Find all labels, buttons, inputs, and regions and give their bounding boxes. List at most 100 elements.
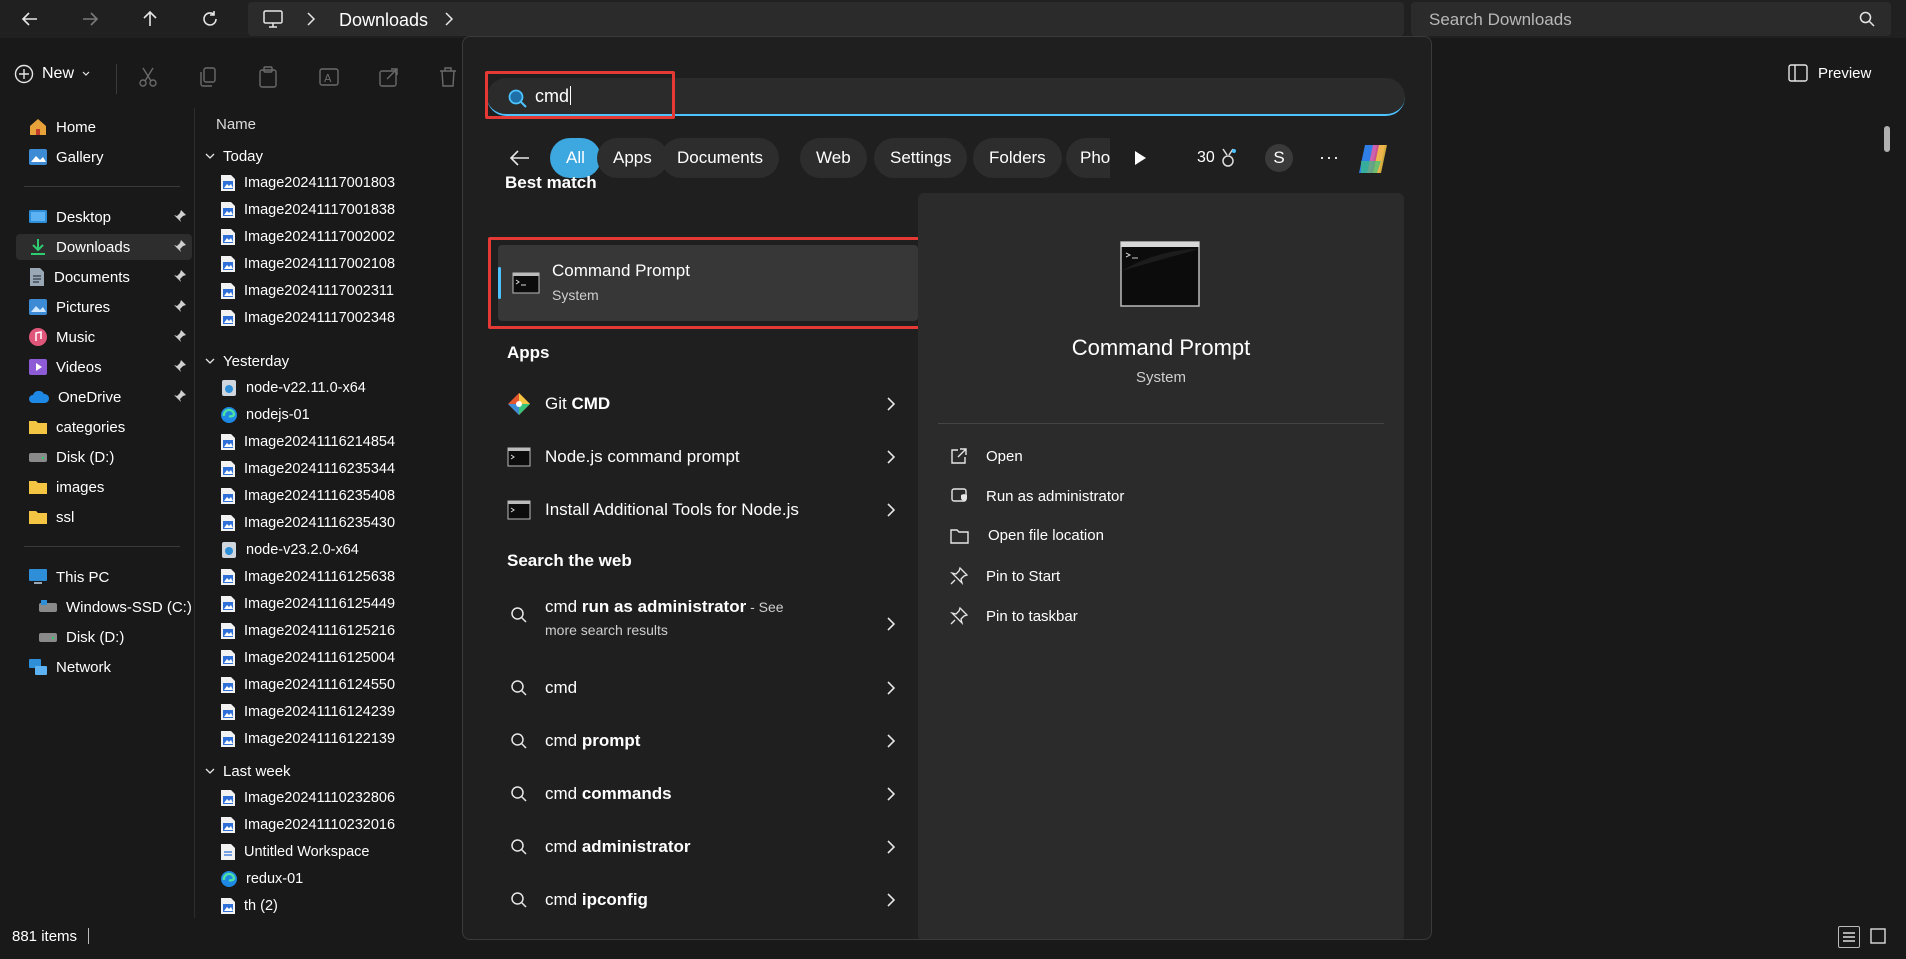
- filter-web[interactable]: Web: [800, 138, 867, 178]
- action-pin-to-start[interactable]: Pin to Start: [950, 567, 1060, 585]
- file-row[interactable]: node-v22.11.0-x64: [220, 379, 366, 397]
- chevron-right-icon[interactable]: [444, 12, 454, 26]
- file-row[interactable]: Image20241116235408: [220, 487, 395, 505]
- group-header[interactable]: Last week: [205, 763, 291, 780]
- file-row[interactable]: Image20241117002002: [220, 228, 395, 246]
- web-result-run-as-admin[interactable]: cmd run as administrator - See more sear…: [507, 597, 907, 653]
- web-result-cmd-ipconfig[interactable]: cmd ipconfig: [507, 880, 907, 920]
- image-file-icon: [220, 514, 236, 532]
- refresh-button[interactable]: [194, 4, 226, 34]
- web-result-cmd-prompt[interactable]: cmd prompt: [507, 721, 907, 761]
- file-row[interactable]: Image20241116122139: [220, 730, 395, 748]
- breadcrumb-downloads[interactable]: Downloads: [339, 10, 428, 31]
- file-row[interactable]: Image20241117002348: [220, 309, 395, 327]
- file-row[interactable]: Image20241116125216: [220, 622, 395, 640]
- filter-photos[interactable]: Pho: [1066, 138, 1110, 178]
- arrow-left-icon[interactable]: [509, 149, 531, 167]
- tiles-view-icon[interactable]: [1868, 926, 1890, 948]
- file-row[interactable]: Image20241116125638: [220, 568, 395, 586]
- nav-item-documents[interactable]: Documents: [28, 264, 130, 290]
- scrollbar-thumb[interactable]: [1884, 126, 1890, 152]
- file-row[interactable]: Image20241116235430: [220, 514, 395, 532]
- preview-pane-button[interactable]: Preview: [1788, 64, 1871, 82]
- file-row[interactable]: Image20241117001803: [220, 174, 395, 192]
- start-search-input[interactable]: cmd: [487, 78, 1405, 116]
- web-result-cmd[interactable]: cmd: [507, 668, 907, 708]
- action-run-as-administrator[interactable]: Run as administrator: [950, 487, 1124, 505]
- best-match-command-prompt[interactable]: Command Prompt System: [498, 245, 918, 321]
- share-icon[interactable]: [378, 66, 400, 88]
- file-row[interactable]: Image20241116124550: [220, 676, 395, 694]
- file-row[interactable]: Image20241116125004: [220, 649, 395, 667]
- file-row[interactable]: Image20241117002108: [220, 255, 395, 273]
- nav-item-disk-d-pc[interactable]: Disk (D:): [38, 624, 124, 650]
- copilot-icon[interactable]: [1355, 141, 1395, 177]
- filter-settings[interactable]: Settings: [874, 138, 968, 178]
- group-header[interactable]: Today: [205, 148, 263, 165]
- nav-item-ssl[interactable]: ssl: [28, 504, 74, 530]
- file-row[interactable]: Image20241110232806: [220, 789, 395, 807]
- rewards-points[interactable]: 30: [1197, 148, 1237, 168]
- filter-apps[interactable]: Apps: [597, 138, 668, 178]
- pin-icon: [174, 240, 186, 252]
- action-open[interactable]: Open: [950, 447, 1023, 465]
- nav-item-windows-ssd[interactable]: Windows-SSD (C:): [38, 594, 192, 620]
- chevron-right-icon[interactable]: [306, 12, 316, 26]
- cut-icon[interactable]: [138, 66, 158, 88]
- forward-button[interactable]: [74, 4, 106, 34]
- file-row[interactable]: Image20241116125449: [220, 595, 395, 613]
- file-row[interactable]: redux-01: [220, 870, 303, 888]
- file-row[interactable]: Image20241117002311: [220, 282, 394, 300]
- nav-item-categories[interactable]: categories: [28, 414, 125, 440]
- file-row[interactable]: nodejs-01: [220, 406, 310, 424]
- nav-item-videos[interactable]: Videos: [28, 354, 102, 380]
- nav-item-onedrive[interactable]: OneDrive: [28, 384, 121, 410]
- up-button[interactable]: [134, 4, 166, 34]
- nav-item-pictures[interactable]: Pictures: [28, 294, 110, 320]
- new-button[interactable]: New: [14, 64, 90, 84]
- file-row[interactable]: Image20241116124239: [220, 703, 395, 721]
- file-row[interactable]: th (2): [220, 897, 278, 915]
- nav-item-network[interactable]: Network: [28, 654, 111, 680]
- play-icon[interactable]: [1133, 150, 1147, 166]
- rename-icon[interactable]: A: [318, 66, 340, 88]
- user-avatar[interactable]: S: [1265, 144, 1293, 172]
- nav-item-this-pc[interactable]: This PC: [28, 564, 109, 590]
- nav-item-images[interactable]: images: [28, 474, 104, 500]
- filter-documents[interactable]: Documents: [661, 138, 779, 178]
- action-open-file-location[interactable]: Open file location: [950, 527, 1104, 544]
- app-result-install-node-tools[interactable]: Install Additional Tools for Node.js: [507, 490, 907, 530]
- file-row[interactable]: Image20241117001838: [220, 201, 395, 219]
- file-row[interactable]: Image20241116214854: [220, 433, 395, 451]
- web-result-cmd-administrator[interactable]: cmd administrator: [507, 827, 907, 867]
- file-row[interactable]: Image20241116235344: [220, 460, 395, 478]
- nav-item-music[interactable]: Music: [28, 324, 95, 350]
- delete-icon[interactable]: [438, 66, 458, 88]
- monitor-icon: [29, 569, 47, 584]
- details-view-icon[interactable]: [1838, 926, 1860, 948]
- group-header[interactable]: Yesterday: [205, 353, 289, 370]
- filter-folders[interactable]: Folders: [973, 138, 1062, 178]
- back-button[interactable]: [14, 4, 46, 34]
- more-options-icon[interactable]: ···: [1319, 147, 1340, 168]
- address-bar[interactable]: Downloads: [248, 2, 1404, 36]
- app-result-nodejs-command-prompt[interactable]: Node.js command prompt: [507, 437, 907, 477]
- copy-icon[interactable]: [198, 66, 218, 88]
- app-result-git-cmd[interactable]: Git CMD: [507, 384, 907, 424]
- file-row[interactable]: Untitled Workspace: [220, 843, 369, 861]
- action-pin-to-taskbar[interactable]: Pin to taskbar: [950, 607, 1078, 625]
- nav-item-disk-d[interactable]: Disk (D:): [28, 444, 114, 470]
- paste-icon[interactable]: [258, 66, 278, 88]
- nav-item-home[interactable]: Home: [28, 114, 96, 140]
- explorer-search-input[interactable]: Search Downloads: [1411, 2, 1891, 36]
- column-header-name[interactable]: Name: [216, 116, 256, 133]
- edge-icon: [220, 870, 238, 888]
- filter-all[interactable]: All: [550, 138, 601, 178]
- nav-item-gallery[interactable]: Gallery: [28, 144, 104, 170]
- nav-item-downloads[interactable]: Downloads: [16, 234, 192, 260]
- web-result-cmd-commands[interactable]: cmd commands: [507, 774, 907, 814]
- file-row[interactable]: node-v23.2.0-x64: [220, 541, 359, 559]
- nav-item-desktop[interactable]: Desktop: [28, 204, 111, 230]
- file-row[interactable]: Image20241110232016: [220, 816, 395, 834]
- search-query-text[interactable]: cmd: [535, 86, 572, 107]
